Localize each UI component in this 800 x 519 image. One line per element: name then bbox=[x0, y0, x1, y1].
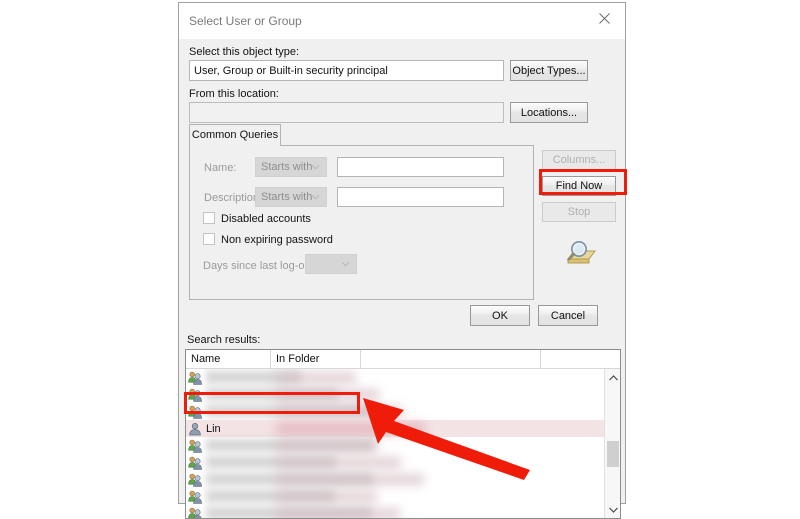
group-icon bbox=[186, 388, 204, 402]
table-row[interactable] bbox=[186, 437, 604, 454]
table-row[interactable] bbox=[186, 488, 604, 505]
days-since-logon-label: Days since last log-on: bbox=[203, 260, 314, 272]
search-results-listbox[interactable]: Name In Folder Lin bbox=[185, 349, 621, 519]
description-label: Description: bbox=[204, 192, 263, 204]
name-label: Name: bbox=[204, 162, 237, 174]
tab-panel-seam bbox=[190, 144, 280, 147]
location-label: From this location: bbox=[189, 88, 279, 100]
table-row[interactable] bbox=[186, 454, 604, 471]
group-icon bbox=[186, 490, 204, 504]
row-folder-redacted bbox=[276, 406, 402, 417]
select-user-or-group-dialog: Select User or Group Select this object … bbox=[178, 2, 626, 519]
group-icon bbox=[186, 439, 204, 453]
group-icon bbox=[186, 456, 204, 470]
row-folder-redacted bbox=[276, 440, 378, 451]
column-header-spacer bbox=[361, 350, 541, 368]
object-type-label: Select this object type: bbox=[189, 46, 300, 58]
disabled-accounts-checkbox[interactable] bbox=[203, 212, 215, 224]
dialog-body: Select this object type: User, Group or … bbox=[179, 39, 625, 519]
object-type-field[interactable]: User, Group or Built-in security princip… bbox=[189, 60, 504, 81]
description-operator-value: Starts with bbox=[261, 191, 313, 203]
table-row[interactable] bbox=[186, 386, 604, 403]
column-header-name[interactable]: Name bbox=[186, 350, 271, 368]
chevron-up-icon[interactable] bbox=[605, 369, 620, 386]
row-folder-redacted bbox=[276, 457, 401, 468]
stop-button[interactable]: Stop bbox=[542, 202, 616, 222]
dialog-titlebar: Select User or Group bbox=[179, 3, 625, 39]
find-now-button[interactable]: Find Now bbox=[542, 176, 616, 196]
days-since-logon-select[interactable] bbox=[305, 254, 357, 274]
search-results-label: Search results: bbox=[187, 334, 261, 346]
name-operator-select[interactable]: Starts with bbox=[255, 157, 327, 177]
dialog-title: Select User or Group bbox=[189, 14, 302, 28]
row-folder-redacted bbox=[276, 389, 379, 400]
object-types-button[interactable]: Object Types... bbox=[510, 60, 588, 81]
user-icon bbox=[186, 422, 204, 436]
scrollbar-thumb[interactable] bbox=[607, 441, 619, 467]
tab-common-queries[interactable]: Common Queries bbox=[189, 124, 281, 145]
table-row[interactable] bbox=[186, 471, 604, 488]
name-input[interactable] bbox=[337, 157, 504, 177]
chevron-down-icon bbox=[342, 262, 349, 266]
description-input[interactable] bbox=[337, 187, 504, 207]
disabled-accounts-label: Disabled accounts bbox=[221, 213, 311, 225]
results-header-row: Name In Folder bbox=[186, 350, 620, 369]
row-folder-redacted bbox=[276, 491, 377, 502]
row-name: Lin bbox=[206, 422, 221, 435]
table-row[interactable] bbox=[186, 369, 604, 386]
table-row[interactable] bbox=[186, 505, 604, 518]
non-expiring-password-checkbox[interactable] bbox=[203, 233, 215, 245]
close-icon[interactable] bbox=[583, 3, 625, 33]
magnifier-folder-icon bbox=[562, 239, 598, 269]
locations-button[interactable]: Locations... bbox=[510, 102, 588, 123]
search-results-container: Name In Folder Lin bbox=[179, 349, 627, 519]
description-operator-select[interactable]: Starts with bbox=[255, 187, 327, 207]
column-header-in-folder[interactable]: In Folder bbox=[271, 350, 361, 368]
results-rows: Lin bbox=[186, 369, 604, 518]
name-operator-value: Starts with bbox=[261, 161, 313, 173]
chevron-down-icon bbox=[312, 195, 319, 199]
results-scrollbar[interactable] bbox=[604, 369, 620, 518]
chevron-down-icon bbox=[312, 165, 319, 169]
location-field[interactable] bbox=[189, 102, 504, 123]
ok-button[interactable]: OK bbox=[470, 305, 530, 326]
non-expiring-password-label: Non expiring password bbox=[221, 234, 333, 246]
group-icon bbox=[186, 473, 204, 487]
columns-button[interactable]: Columns... bbox=[542, 150, 616, 170]
table-row[interactable] bbox=[186, 403, 604, 420]
row-folder-redacted bbox=[276, 423, 425, 434]
group-icon bbox=[186, 507, 204, 518]
row-folder-redacted bbox=[276, 372, 356, 383]
row-folder-redacted bbox=[276, 474, 424, 485]
group-icon bbox=[186, 405, 204, 419]
table-row[interactable]: Lin bbox=[186, 420, 604, 437]
cancel-button[interactable]: Cancel bbox=[538, 305, 598, 326]
group-icon bbox=[186, 371, 204, 385]
